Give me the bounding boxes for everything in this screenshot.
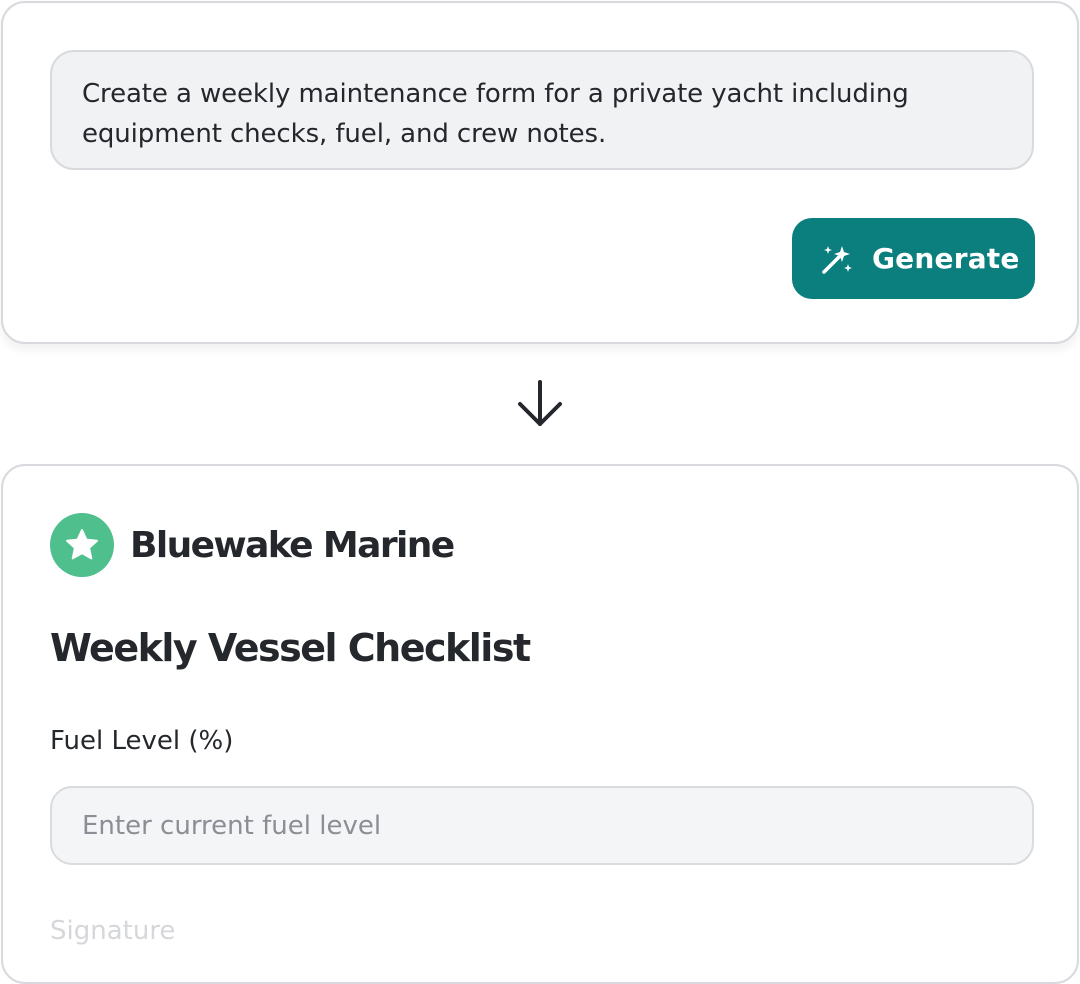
brand-logo [50,513,114,577]
prompt-card: Create a weekly maintenance form for a p… [1,1,1079,344]
brand: Bluewake Marine [50,513,455,577]
arrow-down-icon [518,380,562,426]
star-icon [66,529,98,560]
brand-name: Bluewake Marine [130,524,455,566]
prompt-text[interactable]: Create a weekly maintenance form for a p… [50,50,1034,170]
fuel-level-input[interactable] [50,786,1034,865]
fuel-level-label: Fuel Level (%) [50,726,234,756]
signature-label: Signature [50,916,176,946]
generate-button[interactable]: Generate [792,218,1035,299]
generated-form-card: Bluewake Marine Weekly Vessel Checklist … [1,464,1079,984]
form-title: Weekly Vessel Checklist [50,626,531,670]
magic-wand-icon [822,245,852,274]
generate-button-label: Generate [872,242,1020,275]
